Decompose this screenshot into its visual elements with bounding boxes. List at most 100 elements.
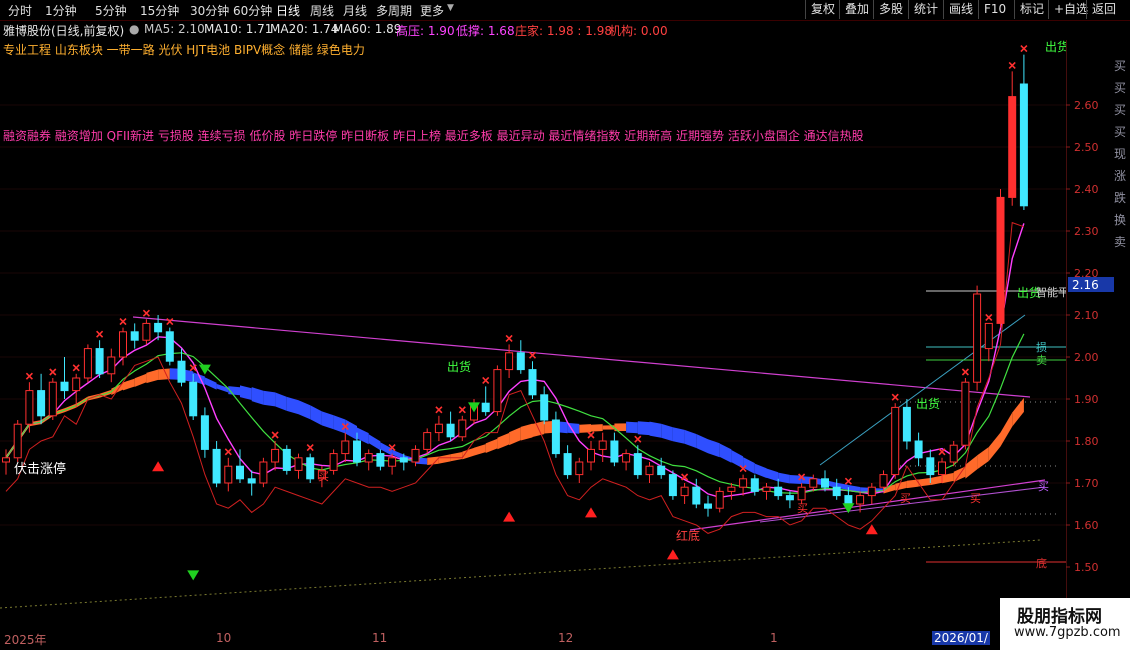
green-sell-triangle: [187, 570, 200, 581]
candle-body: [926, 457, 935, 476]
red-buy-triangle: [865, 524, 878, 535]
candle-body: [785, 495, 794, 501]
axis-tick-label: 2.50: [1074, 141, 1099, 154]
tab-5min[interactable]: 5分钟: [95, 2, 127, 19]
candle-body: [563, 453, 572, 476]
sell-label: 卖: [1036, 354, 1047, 367]
red-x-marker: [505, 334, 513, 342]
tab-multi-period[interactable]: 多周期: [376, 2, 412, 19]
stock-title: 雅博股份(日线,前复权): [3, 24, 125, 38]
tongji-button[interactable]: 统计: [908, 0, 943, 19]
candle-body: [645, 465, 654, 476]
green-sell-triangle: [468, 402, 480, 413]
candle-body: [598, 440, 607, 450]
f10-button[interactable]: F10: [978, 0, 1011, 19]
candle-body: [973, 293, 982, 383]
candle-body: [376, 453, 385, 467]
red-x-marker: [119, 318, 127, 326]
candle-body: [996, 196, 1005, 324]
candle-body: [306, 457, 315, 480]
watermark-url: www.7gpzb.com: [1014, 625, 1121, 640]
trend-band-segment: [684, 429, 697, 448]
tab-1min[interactable]: 1分钟: [45, 2, 77, 19]
trend-band-segment: [696, 434, 708, 454]
trend-band-segment: [450, 451, 463, 462]
kline-chart[interactable]: 伏击涨停 出货 出货 出货 出货 红底 买 买 买 买 买 智能平 损 卖 底: [0, 40, 1066, 630]
candle-body: [832, 486, 841, 497]
ma20-value: MA20: 1.74: [270, 22, 339, 36]
trend-band-segment: [719, 443, 732, 463]
candle-body: [844, 495, 853, 505]
candle-body: [984, 322, 993, 350]
tab-daily[interactable]: 日线: [276, 2, 300, 19]
diejia-button[interactable]: 叠加: [839, 0, 874, 19]
trend-band-segment: [708, 439, 720, 458]
candle-body: [353, 440, 361, 463]
fuquan-button[interactable]: 复权: [805, 0, 840, 19]
red-x-marker: [938, 448, 946, 456]
back-button[interactable]: 返回: [1086, 0, 1121, 19]
huaxian-button[interactable]: 画线: [943, 0, 978, 19]
duogu-button[interactable]: 多股: [873, 0, 908, 19]
candle-body: [633, 453, 642, 476]
tab-60min[interactable]: 60分钟: [233, 2, 272, 19]
candlesticks: [2, 54, 1028, 517]
current-price-label: 2.16: [1072, 278, 1099, 292]
candle-body: [704, 503, 712, 509]
candle-body: [938, 461, 946, 476]
axis-tick-label: 1.60: [1074, 519, 1099, 532]
candle-body: [446, 423, 455, 438]
tab-fenshi[interactable]: 分时: [8, 2, 32, 19]
tab-15min[interactable]: 15分钟: [140, 2, 179, 19]
tab-weekly[interactable]: 周线: [310, 2, 334, 19]
red-x-marker: [49, 368, 57, 376]
red-x-marker: [72, 364, 80, 372]
trend-band-segment: [930, 475, 942, 486]
jigou-value: 机构: 0.00: [609, 24, 668, 38]
candle-body: [750, 478, 759, 492]
candle-body: [411, 448, 420, 463]
candle-body: [130, 331, 139, 341]
red-x-marker: [96, 330, 104, 338]
side-panel-char: 买: [1114, 59, 1126, 73]
trend-band-segment: [134, 373, 147, 387]
red-buy-triangle: [666, 549, 679, 560]
side-panel: ◇ 买买买买现涨跌换卖: [1112, 40, 1130, 460]
ma5-value: MA5: 2.10: [144, 22, 205, 36]
candle-body: [516, 352, 525, 371]
ambush-limit-up-label: 伏击涨停: [14, 461, 66, 477]
trend-band-segment: [321, 411, 334, 430]
buy-label-3: 买: [900, 492, 911, 505]
red-x-marker: [482, 376, 490, 384]
red-x-marker: [224, 448, 232, 456]
trend-band-segment: [298, 400, 311, 420]
biaoji-button[interactable]: 标记: [1014, 0, 1049, 19]
candle-body: [481, 402, 490, 413]
candle-body: [294, 457, 303, 471]
settings-circle-icon[interactable]: ●: [129, 22, 139, 36]
candle-body: [821, 478, 829, 488]
buy-label-1: 买: [318, 470, 329, 483]
date-axis: 2025年 10 11 12 1 2026/01/: [0, 630, 1130, 650]
axis-tick-label: 1.80: [1074, 435, 1099, 448]
axis-tick-label: 1.50: [1074, 561, 1099, 574]
side-panel-char: 涨: [1114, 168, 1126, 183]
trend-band-segment: [497, 432, 510, 450]
candle-body: [680, 486, 689, 497]
trend-band-segment: [520, 423, 533, 441]
candle-body: [364, 453, 373, 463]
red-x-marker: [166, 318, 174, 326]
candle-body: [282, 448, 291, 471]
trend-band-segment: [474, 444, 486, 456]
candle-body: [914, 440, 923, 459]
red-x-marker: [435, 406, 443, 414]
tab-more[interactable]: 更多: [420, 2, 444, 19]
candle-body: [551, 419, 560, 455]
chevron-down-icon[interactable]: ▼: [447, 3, 454, 13]
tab-30min[interactable]: 30分钟: [190, 2, 229, 19]
candle-body: [119, 331, 127, 358]
ma5-line: [5, 223, 1025, 499]
tab-monthly[interactable]: 月线: [343, 2, 367, 19]
smart-level-label: 智能平: [1036, 285, 1066, 299]
trend-band-segment: [275, 392, 287, 411]
